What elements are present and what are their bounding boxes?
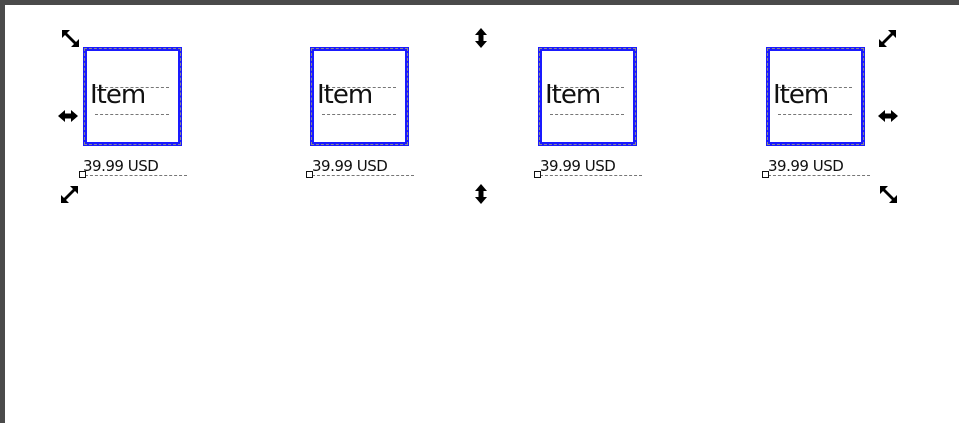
scale-se-arrow-icon[interactable] xyxy=(877,183,899,205)
item-group[interactable]: Item 39.99 USD xyxy=(306,47,418,187)
text-selection-dash xyxy=(85,175,187,176)
item-label[interactable]: Item xyxy=(545,81,622,109)
item-price[interactable]: 39.99 USD xyxy=(540,157,650,175)
text-anchor-icon[interactable] xyxy=(306,171,313,178)
scale-sw-arrow-icon[interactable] xyxy=(59,183,81,205)
item-price[interactable]: 39.99 USD xyxy=(312,157,422,175)
text-selection-dash xyxy=(550,114,624,115)
stretch-s-arrow-icon[interactable] xyxy=(470,183,492,205)
text-selection-dash xyxy=(778,114,852,115)
stretch-e-arrow-icon[interactable] xyxy=(877,105,899,127)
text-selection-dash xyxy=(95,114,169,115)
item-label[interactable]: Item xyxy=(773,81,850,109)
scale-ne-arrow-icon[interactable] xyxy=(877,27,899,49)
item-label[interactable]: Item xyxy=(317,81,394,109)
text-selection-dash xyxy=(540,175,642,176)
item-price[interactable]: 39.99 USD xyxy=(83,157,193,175)
item-price[interactable]: 39.99 USD xyxy=(768,157,878,175)
text-anchor-icon[interactable] xyxy=(79,171,86,178)
text-anchor-icon[interactable] xyxy=(762,171,769,178)
text-selection-dash xyxy=(322,114,396,115)
text-selection-dash xyxy=(312,175,414,176)
text-selection-dash xyxy=(768,175,870,176)
stretch-w-arrow-icon[interactable] xyxy=(57,105,79,127)
drawing-canvas[interactable]: Item 39.99 USD Item 39.99 USD Item 39.99… xyxy=(5,5,959,423)
item-group[interactable]: Item 39.99 USD xyxy=(762,47,874,187)
stretch-n-arrow-icon[interactable] xyxy=(470,27,492,49)
item-group[interactable]: Item 39.99 USD xyxy=(534,47,646,187)
scale-nw-arrow-icon[interactable] xyxy=(59,27,81,49)
item-group[interactable]: Item 39.99 USD xyxy=(79,47,193,187)
item-label[interactable]: Item xyxy=(90,81,167,109)
text-anchor-icon[interactable] xyxy=(534,171,541,178)
